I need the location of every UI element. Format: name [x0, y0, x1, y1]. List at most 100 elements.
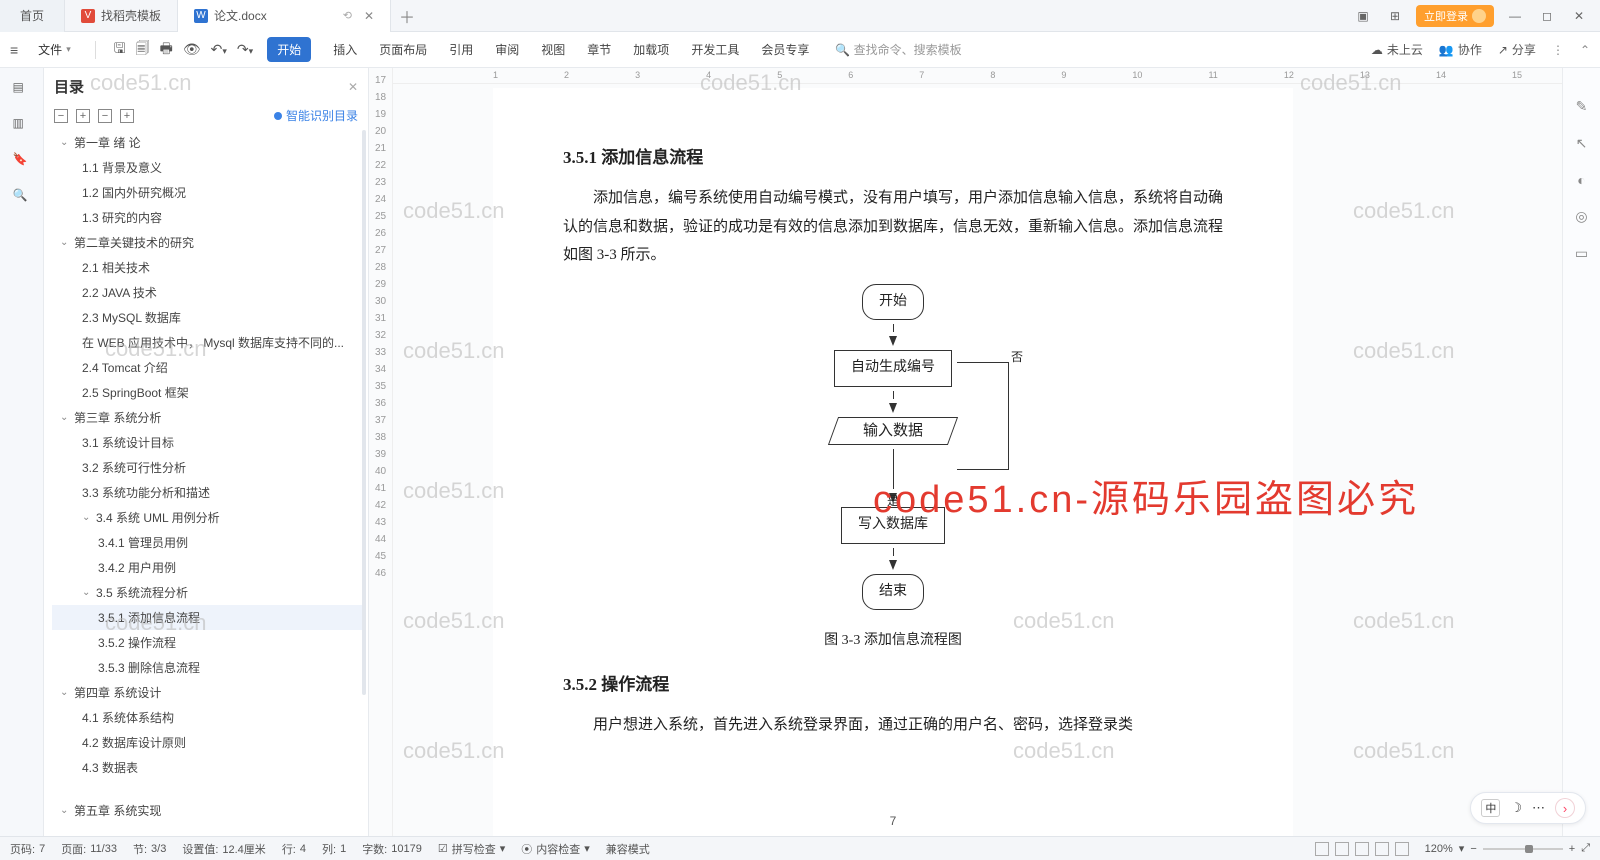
- menu-section[interactable]: 章节: [587, 41, 611, 58]
- status-row[interactable]: 行: 4: [282, 841, 306, 857]
- tab-document[interactable]: W 论文.docx ⟲ ✕: [178, 0, 391, 32]
- toc-item[interactable]: 1.2 国内外研究概况: [52, 180, 364, 205]
- chevron-down-icon[interactable]: ⌄: [60, 237, 70, 248]
- chevron-down-icon[interactable]: ⌄: [82, 512, 92, 523]
- redo-icon[interactable]: ↷▾: [237, 41, 253, 58]
- toc-item[interactable]: 4.3 数据表: [52, 755, 364, 780]
- chevron-down-icon[interactable]: ⌄: [60, 687, 70, 698]
- login-button[interactable]: 立即登录: [1416, 5, 1494, 27]
- zoom-slider[interactable]: [1483, 848, 1563, 850]
- toc-item[interactable]: 3.5.1 添加信息流程: [52, 605, 364, 630]
- new-tab-button[interactable]: ＋: [391, 4, 423, 28]
- status-col[interactable]: 列: 1: [322, 841, 346, 857]
- outline-minus-icon[interactable]: −: [98, 109, 112, 123]
- toc-item[interactable]: 在 WEB 应用技术中， Mysql 数据库支持不同的...: [52, 330, 364, 355]
- toc-item[interactable]: ⌄第二章关键技术的研究: [52, 230, 364, 255]
- chevron-down-icon[interactable]: ⌄: [60, 805, 70, 816]
- ai-tool-icon[interactable]: ◐: [1577, 172, 1585, 188]
- collapse-all-icon[interactable]: −: [54, 109, 68, 123]
- toc-item[interactable]: 3.2 系统可行性分析: [52, 455, 364, 480]
- view-reading-icon[interactable]: [1375, 842, 1389, 856]
- menu-review[interactable]: 审阅: [495, 41, 519, 58]
- toc-item[interactable]: ⌄3.5 系统流程分析: [52, 580, 364, 605]
- status-section[interactable]: 节: 3/3: [133, 841, 166, 857]
- toc-item[interactable]: 2.5 SpringBoot 框架: [52, 380, 364, 405]
- more-menu-icon[interactable]: ⋮: [1552, 43, 1564, 57]
- status-setval[interactable]: 设置值: 12.4厘米: [182, 841, 265, 857]
- toc-item[interactable]: ⌄第五章 系统实现: [52, 798, 364, 823]
- zoom-fit-icon[interactable]: ⤢: [1581, 842, 1590, 855]
- night-mode-icon[interactable]: ☽: [1510, 800, 1522, 816]
- view-full-icon[interactable]: [1395, 842, 1409, 856]
- undo-icon[interactable]: ↶▾: [211, 41, 227, 58]
- hamburger-icon[interactable]: ≡: [10, 42, 18, 58]
- smart-detect-outline[interactable]: 智能识别目录: [274, 107, 358, 124]
- zoom-out-icon[interactable]: −: [1470, 843, 1476, 855]
- menu-addin[interactable]: 加载项: [633, 41, 669, 58]
- status-spellcheck[interactable]: ☑ 拼写检查 ▾: [438, 841, 505, 857]
- reading-tool-icon[interactable]: ▭: [1575, 245, 1588, 262]
- toc-item[interactable]: 3.5.3 删除信息流程: [52, 655, 364, 680]
- toc-item[interactable]: ⌄第四章 系统设计: [52, 680, 364, 705]
- search-rail-icon[interactable]: 🔍: [13, 188, 31, 206]
- view-print-icon[interactable]: [1315, 842, 1329, 856]
- collapse-pill-icon[interactable]: ›: [1555, 798, 1575, 818]
- toc-item[interactable]: ⌄第三章 系统分析: [52, 405, 364, 430]
- status-words[interactable]: 字数: 10179: [362, 841, 422, 857]
- toc-item[interactable]: 3.5.2 操作流程: [52, 630, 364, 655]
- toc-item[interactable]: 2.3 MySQL 数据库: [52, 305, 364, 330]
- outline-plus-icon[interactable]: +: [120, 109, 134, 123]
- layers-icon[interactable]: ▥: [13, 116, 31, 134]
- save-as-icon[interactable]: 🗐: [136, 38, 150, 62]
- toc-item[interactable]: 2.1 相关技术: [52, 255, 364, 280]
- apps-icon[interactable]: ⊞: [1384, 5, 1406, 27]
- cloud-unsynced[interactable]: ☁ 未上云: [1371, 41, 1423, 58]
- window-maximize-icon[interactable]: ◻: [1536, 5, 1558, 27]
- toc-item[interactable]: 2.2 JAVA 技术: [52, 280, 364, 305]
- toc-item[interactable]: ⌄第一章 绪 论: [52, 130, 364, 155]
- edit-tool-icon[interactable]: ✎: [1576, 98, 1588, 115]
- chevron-down-icon[interactable]: ⌄: [82, 587, 92, 598]
- command-search[interactable]: 🔍 查找命令、搜索模板: [835, 41, 961, 58]
- menu-start[interactable]: 开始: [267, 37, 311, 62]
- tab-home[interactable]: 首页: [0, 0, 65, 32]
- status-page[interactable]: 页码: 7: [10, 841, 45, 857]
- close-outline-icon[interactable]: ✕: [348, 80, 358, 94]
- status-sheet[interactable]: 页面: 11/33: [61, 841, 117, 857]
- zoom-in-icon[interactable]: +: [1569, 843, 1575, 855]
- chevron-down-icon[interactable]: ⌄: [60, 137, 70, 148]
- side-panel-icon[interactable]: ▣: [1352, 5, 1374, 27]
- share-button[interactable]: ↗ 分享: [1498, 41, 1536, 58]
- save-icon[interactable]: 🖫: [114, 38, 126, 62]
- toc-item[interactable]: 3.4.1 管理员用例: [52, 530, 364, 555]
- print-icon[interactable]: 🖶: [160, 38, 173, 62]
- select-tool-icon[interactable]: ↖: [1576, 135, 1588, 152]
- tab-revert-icon[interactable]: ⟲: [343, 9, 352, 22]
- expand-all-icon[interactable]: +: [76, 109, 90, 123]
- menu-dev-tools[interactable]: 开发工具: [691, 41, 739, 58]
- menu-page-layout[interactable]: 页面布局: [379, 41, 427, 58]
- menu-reference[interactable]: 引用: [449, 41, 473, 58]
- window-close-icon[interactable]: ✕: [1568, 5, 1590, 27]
- print-preview-icon[interactable]: 👁: [183, 41, 201, 58]
- file-menu[interactable]: 文件▾: [32, 37, 77, 62]
- more-dots-icon[interactable]: ⋯: [1532, 800, 1545, 816]
- toc-item[interactable]: 1.3 研究的内容: [52, 205, 364, 230]
- ime-cn-icon[interactable]: 中: [1481, 799, 1500, 817]
- tab-templates[interactable]: V找稻壳模板: [65, 0, 178, 32]
- toc-item[interactable]: 3.1 系统设计目标: [52, 430, 364, 455]
- view-outline-icon[interactable]: [1335, 842, 1349, 856]
- expand-icon[interactable]: ⌃: [1580, 43, 1590, 57]
- bookmark-icon[interactable]: 🔖: [13, 152, 31, 170]
- status-compat[interactable]: 兼容模式: [606, 841, 650, 857]
- menu-insert[interactable]: 插入: [333, 41, 357, 58]
- status-contentcheck[interactable]: ⦿ 内容检查 ▾: [521, 841, 590, 857]
- menu-vip[interactable]: 会员专享: [761, 41, 809, 58]
- toc-item[interactable]: 3.3 系统功能分析和描述: [52, 480, 364, 505]
- menu-view[interactable]: 视图: [541, 41, 565, 58]
- view-web-icon[interactable]: [1355, 842, 1369, 856]
- outline-toggle-icon[interactable]: ▤: [13, 80, 31, 98]
- toc-item[interactable]: 2.4 Tomcat 介绍: [52, 355, 364, 380]
- document-page[interactable]: 3.5.1 添加信息流程 添加信息，编号系统使用自动编号模式，没有用户填写，用户…: [493, 88, 1293, 836]
- toc-item[interactable]: 4.1 系统体系结构: [52, 705, 364, 730]
